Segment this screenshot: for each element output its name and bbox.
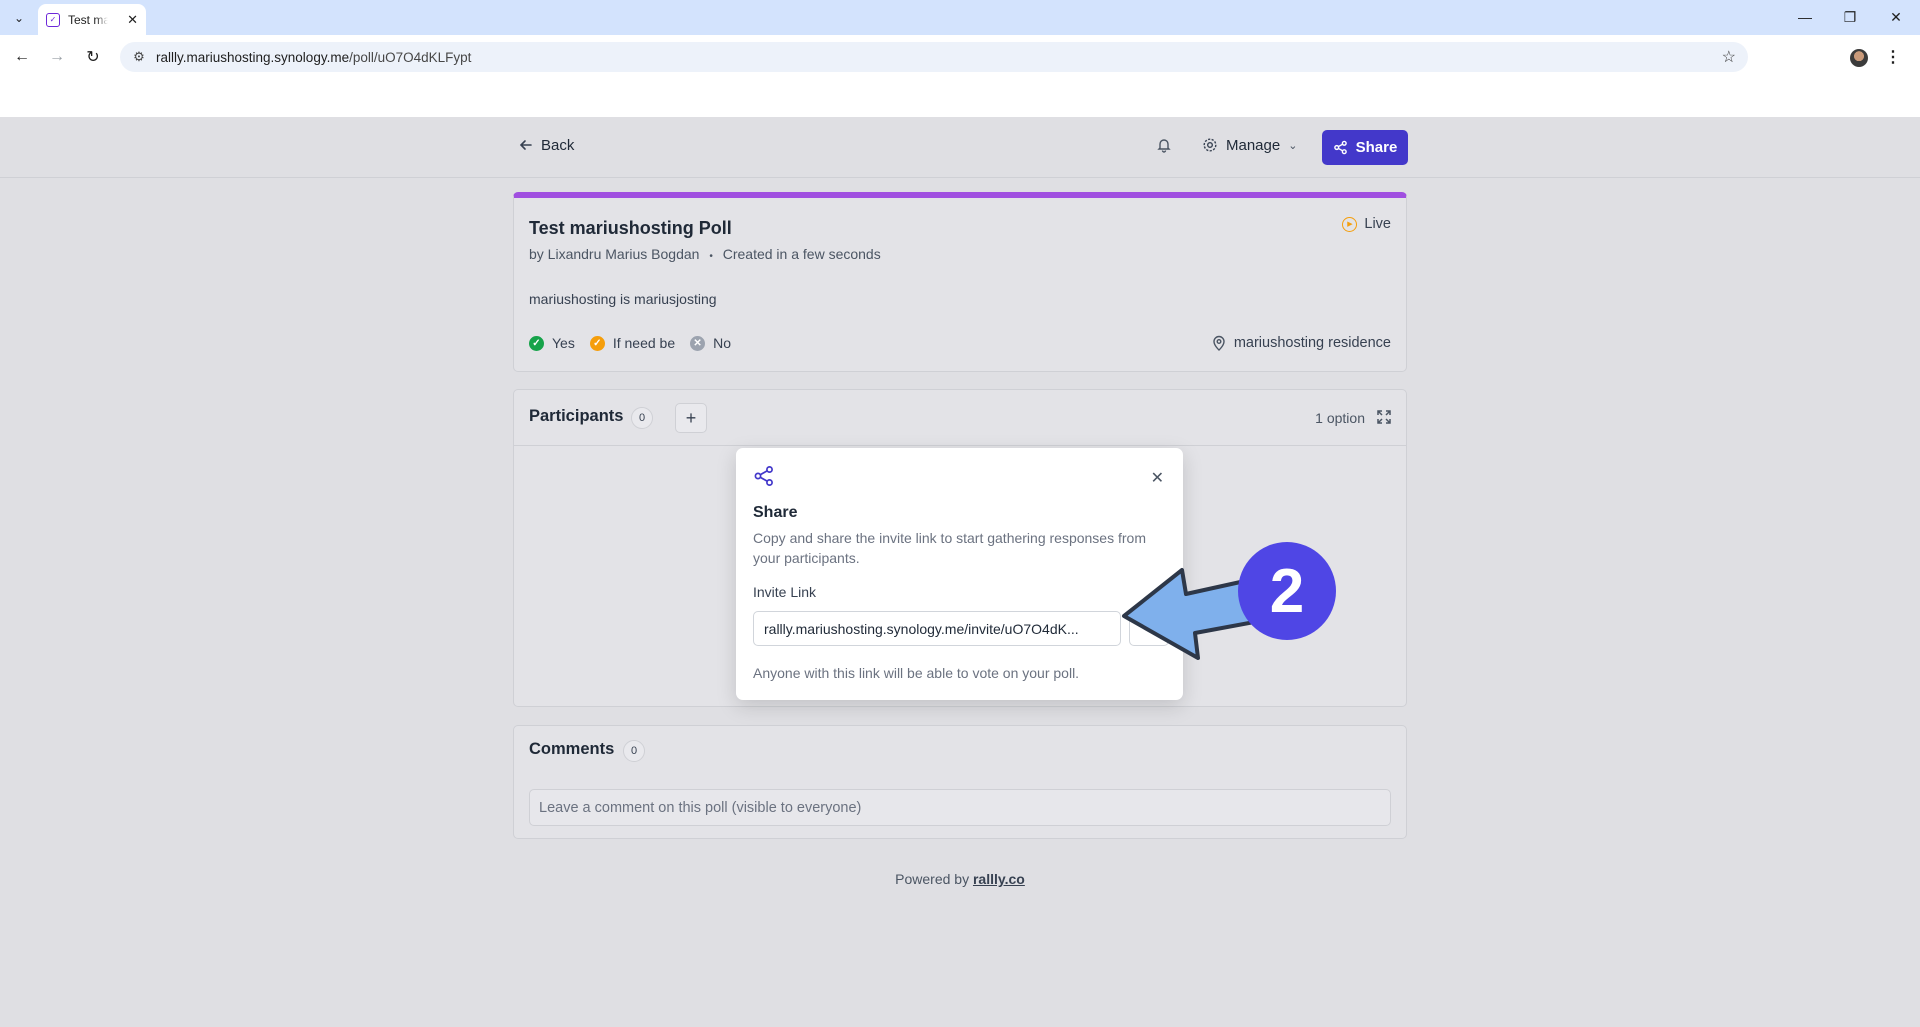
- legend-label: If need be: [612, 335, 676, 351]
- bookmark-star-icon[interactable]: ☆: [1722, 47, 1736, 67]
- close-icon[interactable]: ✕: [1151, 468, 1164, 488]
- poll-details-card: Test mariushosting Poll by Lixandru Mari…: [513, 192, 1407, 372]
- tab-search-icon[interactable]: ⌄: [8, 7, 30, 29]
- arrow-left-icon: [519, 140, 532, 150]
- status-badge: ▶ Live: [1342, 216, 1391, 232]
- minimize-icon[interactable]: —: [1785, 5, 1825, 29]
- share-icon: [1333, 140, 1347, 155]
- forward-arrow-icon[interactable]: →: [43, 43, 71, 71]
- meta-separator: •: [709, 251, 713, 262]
- reload-icon[interactable]: ↻: [79, 43, 107, 71]
- back-arrow-icon[interactable]: ←: [8, 43, 36, 71]
- expand-icon[interactable]: [1376, 409, 1392, 425]
- restore-icon[interactable]: ❐: [1830, 5, 1870, 29]
- comments-count-badge: 0: [623, 740, 645, 762]
- address-bar[interactable]: ⚙ rallly.mariushosting.synology.me/poll/…: [120, 42, 1748, 72]
- vote-legend: ✓ Yes ✓ If need be ✕ No: [529, 335, 731, 351]
- browser-menu-icon[interactable]: ⋮: [1885, 47, 1901, 67]
- profile-avatar[interactable]: [1850, 49, 1868, 67]
- share-button[interactable]: Share: [1322, 130, 1408, 165]
- map-pin-icon: [1213, 335, 1225, 351]
- manage-label: Manage: [1226, 136, 1281, 154]
- dialog-title: Share: [753, 504, 798, 521]
- step-number-badge: 2: [1238, 542, 1336, 640]
- share-dialog: ✕ Share Copy and share the invite link t…: [736, 448, 1183, 700]
- rallly-link[interactable]: rallly.co: [973, 871, 1025, 887]
- invite-link-field[interactable]: rallly.mariushosting.synology.me/invite/…: [753, 611, 1121, 646]
- participants-count-badge: 0: [631, 407, 653, 429]
- invite-link-label: Invite Link: [753, 584, 817, 600]
- dialog-description: Copy and share the invite link to start …: [753, 530, 1146, 566]
- comments-card: Comments 0 Leave a comment on this poll …: [513, 725, 1407, 839]
- share-label: Share: [1355, 139, 1398, 156]
- chevron-down-icon: ⌄: [1288, 139, 1298, 152]
- browser-tab-strip: ⌄ ✓ Test mariushosting Poll ✕ — ❐ ✕: [0, 0, 1920, 35]
- invite-link-hint: Anyone with this link will be able to vo…: [753, 665, 1080, 681]
- back-label: Back: [541, 136, 575, 154]
- tab-close-icon[interactable]: ✕: [127, 12, 138, 28]
- footer-prefix: Powered by: [895, 871, 970, 887]
- manage-dropdown-button[interactable]: Manage ⌄: [1194, 129, 1305, 161]
- legend-yes: ✓ Yes: [529, 335, 575, 351]
- browser-toolbar: ← → ↻ ⚙ rallly.mariushosting.synology.me…: [0, 35, 1920, 117]
- footer: Powered by rallly.co: [0, 871, 1920, 887]
- legend-label: Yes: [552, 335, 575, 351]
- back-button[interactable]: Back: [513, 129, 580, 161]
- poll-description: mariushosting is mariusjosting: [529, 291, 717, 307]
- legend-no: ✕ No: [690, 335, 731, 351]
- tab-title: Test mariushosting Poll: [68, 12, 108, 27]
- comment-input[interactable]: Leave a comment on this poll (visible to…: [529, 789, 1391, 826]
- if-need-be-icon: ✓: [589, 335, 605, 351]
- browser-tab[interactable]: ✓ Test mariushosting Poll ✕: [38, 4, 146, 35]
- add-participant-button[interactable]: +: [675, 403, 707, 433]
- comments-title: Comments: [529, 740, 615, 758]
- calendar-favicon-icon: ✓: [46, 12, 60, 27]
- status-label: Live: [1364, 216, 1391, 232]
- play-circle-icon: ▶: [1342, 216, 1358, 232]
- gear-icon: [1203, 138, 1217, 152]
- poll-created: Created in a few seconds: [722, 246, 881, 262]
- poll-author: by Lixandru Marius Bogdan: [529, 246, 700, 262]
- address-url[interactable]: rallly.mariushosting.synology.me/poll/uO…: [156, 50, 471, 65]
- bell-icon: [1157, 139, 1171, 153]
- location-label: mariushosting residence: [1233, 335, 1391, 351]
- option-count: 1 option: [1315, 410, 1365, 426]
- check-circle-icon: ✓: [529, 335, 544, 351]
- participants-title: Participants: [529, 407, 624, 425]
- notifications-button[interactable]: [1148, 129, 1180, 161]
- legend-label: No: [713, 335, 732, 351]
- poll-meta: by Lixandru Marius Bogdan • Created in a…: [529, 246, 881, 262]
- x-circle-icon: ✕: [690, 335, 706, 351]
- poll-title: Test mariushosting Poll: [529, 218, 732, 238]
- legend-if-need-be: ✓ If need be: [589, 335, 676, 351]
- participants-header: Participants 0 + 1 option: [514, 390, 1406, 446]
- poll-header-bar: Back Manage ⌄ Share: [0, 117, 1920, 178]
- site-settings-icon[interactable]: ⚙: [124, 49, 154, 65]
- poll-location: mariushosting residence: [1212, 335, 1391, 351]
- window-close-icon[interactable]: ✕: [1876, 5, 1916, 29]
- share-icon: [754, 466, 773, 486]
